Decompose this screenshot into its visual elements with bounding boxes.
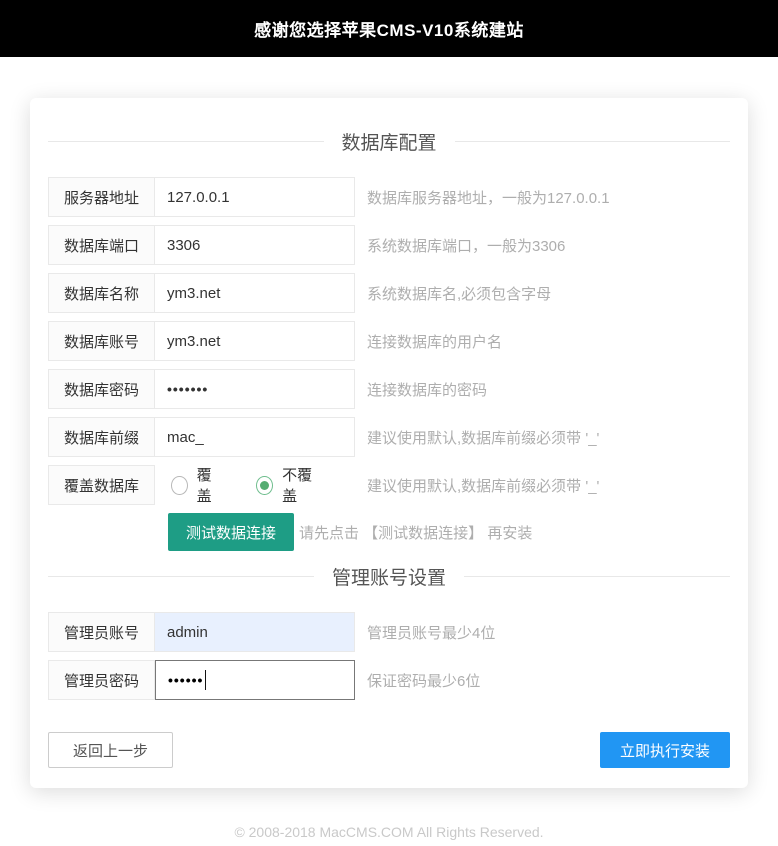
db-password-hint: 连接数据库的密码 bbox=[367, 379, 487, 400]
admin-user-hint: 管理员账号最少4位 bbox=[367, 622, 495, 643]
overwrite-radio-group: 覆盖 不覆盖 bbox=[155, 465, 355, 505]
admin-password-input[interactable]: •••••• bbox=[155, 660, 355, 700]
radio-overwrite-yes[interactable]: 覆盖 bbox=[171, 464, 222, 506]
text-caret bbox=[205, 670, 206, 690]
radio-overwrite-no-label: 不覆盖 bbox=[282, 464, 321, 506]
admin-section-title-text: 管理账号设置 bbox=[314, 563, 464, 590]
divider-line bbox=[48, 576, 314, 577]
divider-line bbox=[464, 576, 730, 577]
page-title: 感谢您选择苹果CMS-V10系统建站 bbox=[254, 16, 524, 41]
divider-line bbox=[48, 141, 324, 142]
server-host-hint: 数据库服务器地址，一般为127.0.0.1 bbox=[367, 187, 610, 208]
test-connection-row: 测试数据连接 请先点击 【测试数据连接】 再安装 bbox=[168, 513, 730, 551]
server-host-input[interactable] bbox=[155, 177, 355, 217]
db-prefix-label: 数据库前缀 bbox=[48, 417, 155, 457]
db-section-title: 数据库配置 bbox=[48, 128, 730, 155]
db-name-label: 数据库名称 bbox=[48, 273, 155, 313]
db-user-input[interactable] bbox=[155, 321, 355, 361]
form-row-db-name: 数据库名称 系统数据库名,必须包含字母 bbox=[48, 273, 730, 313]
db-name-hint: 系统数据库名,必须包含字母 bbox=[367, 283, 551, 304]
server-host-label: 服务器地址 bbox=[48, 177, 155, 217]
db-prefix-input[interactable] bbox=[155, 417, 355, 457]
admin-user-label: 管理员账号 bbox=[48, 612, 155, 652]
admin-password-value: •••••• bbox=[168, 672, 203, 688]
db-port-hint: 系统数据库端口，一般为3306 bbox=[367, 235, 565, 256]
divider-line bbox=[455, 141, 731, 142]
back-button[interactable]: 返回上一步 bbox=[48, 732, 173, 768]
form-row-server-host: 服务器地址 数据库服务器地址，一般为127.0.0.1 bbox=[48, 177, 730, 217]
copyright-text: © 2008-2018 MacCMS.COM All Rights Reserv… bbox=[0, 824, 778, 840]
radio-overwrite-yes-label: 覆盖 bbox=[197, 464, 223, 506]
radio-circle-unselected bbox=[171, 476, 188, 495]
db-port-label: 数据库端口 bbox=[48, 225, 155, 265]
db-prefix-hint: 建议使用默认,数据库前缀必须带 '_' bbox=[367, 427, 599, 448]
bottom-actions: 返回上一步 立即执行安装 bbox=[48, 732, 730, 768]
admin-user-input[interactable] bbox=[155, 612, 355, 652]
db-user-hint: 连接数据库的用户名 bbox=[367, 331, 502, 352]
db-name-input[interactable] bbox=[155, 273, 355, 313]
overwrite-hint: 建议使用默认,数据库前缀必须带 '_' bbox=[367, 475, 599, 496]
form-row-db-user: 数据库账号 连接数据库的用户名 bbox=[48, 321, 730, 361]
header-bar: 感谢您选择苹果CMS-V10系统建站 bbox=[0, 0, 778, 57]
admin-password-label: 管理员密码 bbox=[48, 660, 155, 700]
form-row-admin-user: 管理员账号 管理员账号最少4位 bbox=[48, 612, 730, 652]
radio-circle-selected bbox=[256, 476, 273, 495]
db-port-input[interactable] bbox=[155, 225, 355, 265]
form-row-overwrite: 覆盖数据库 覆盖 不覆盖 建议使用默认,数据库前缀必须带 '_' bbox=[48, 465, 730, 505]
db-user-label: 数据库账号 bbox=[48, 321, 155, 361]
form-row-admin-password: 管理员密码 •••••• 保证密码最少6位 bbox=[48, 660, 730, 700]
db-section-title-text: 数据库配置 bbox=[324, 128, 455, 155]
test-connection-button[interactable]: 测试数据连接 bbox=[168, 513, 294, 551]
db-password-input[interactable] bbox=[155, 369, 355, 409]
install-card: 数据库配置 服务器地址 数据库服务器地址，一般为127.0.0.1 数据库端口 … bbox=[30, 98, 748, 788]
form-row-db-prefix: 数据库前缀 建议使用默认,数据库前缀必须带 '_' bbox=[48, 417, 730, 457]
install-button[interactable]: 立即执行安装 bbox=[600, 732, 730, 768]
db-password-label: 数据库密码 bbox=[48, 369, 155, 409]
overwrite-label: 覆盖数据库 bbox=[48, 465, 155, 505]
test-connection-hint: 请先点击 【测试数据连接】 再安装 bbox=[299, 522, 532, 543]
form-row-db-port: 数据库端口 系统数据库端口，一般为3306 bbox=[48, 225, 730, 265]
radio-dot bbox=[260, 481, 269, 490]
admin-section-title: 管理账号设置 bbox=[48, 563, 730, 590]
form-row-db-password: 数据库密码 连接数据库的密码 bbox=[48, 369, 730, 409]
admin-password-hint: 保证密码最少6位 bbox=[367, 670, 480, 691]
radio-overwrite-no[interactable]: 不覆盖 bbox=[256, 464, 321, 506]
